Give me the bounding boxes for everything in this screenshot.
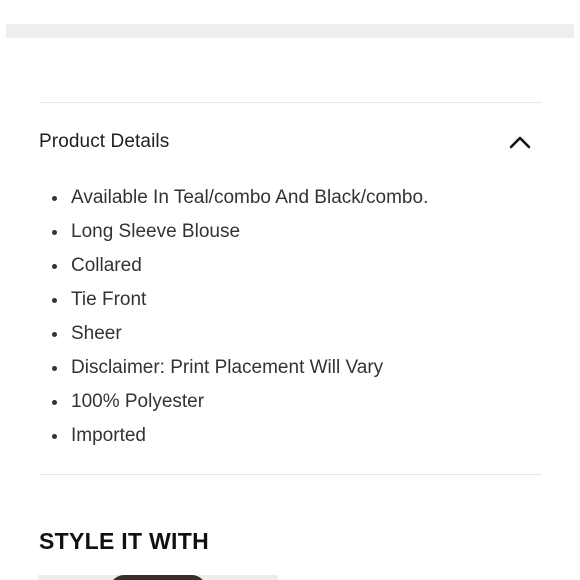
details-divider-top [39,102,542,103]
list-item: Disclaimer: Print Placement Will Vary [39,351,542,385]
product-details-title: Product Details [39,131,170,152]
product-details-list: Available In Teal/combo And Black/combo.… [39,181,542,453]
list-item: Sheer [39,317,542,351]
list-item: 100% Polyester [39,385,542,419]
product-page: Product Details Available In Teal/combo … [0,0,580,580]
list-item: Collared [39,249,542,283]
product-image [110,575,206,580]
list-item: Tie Front [39,283,542,317]
style-it-with-heading: STYLE IT WITH [39,528,209,554]
product-details-toggle[interactable]: Product Details [39,120,542,164]
details-divider-bottom [39,474,542,475]
style-it-with-product-thumbnail[interactable] [38,575,278,580]
top-bar [6,24,574,38]
list-item: Available In Teal/combo And Black/combo. [39,181,542,215]
list-item: Long Sleeve Blouse [39,215,542,249]
chevron-up-icon[interactable] [508,130,532,154]
list-item: Imported [39,419,542,453]
